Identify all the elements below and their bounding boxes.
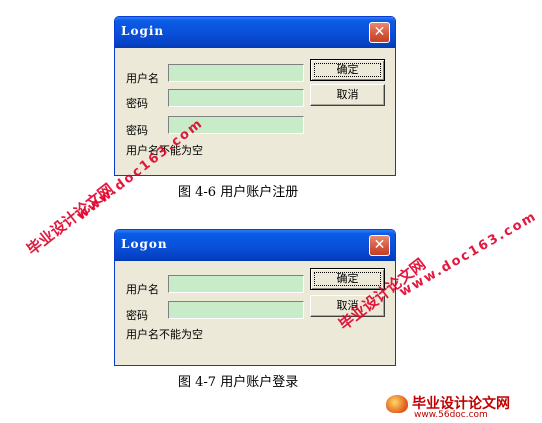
title-bar[interactable]: Login ✕: [115, 17, 395, 48]
login-dialog: Logon ✕ 用户名 密码 确定 取消 用户名不能为空: [114, 229, 396, 366]
validation-message: 用户名不能为空: [126, 328, 203, 341]
close-icon[interactable]: ✕: [369, 22, 390, 43]
cancel-button-label: 取消: [336, 88, 359, 101]
username-input[interactable]: [168, 275, 304, 293]
logo-url: www.56doc.com: [414, 410, 488, 420]
password-input[interactable]: [168, 89, 304, 107]
focus-rect: [314, 63, 381, 77]
username-label: 用户名: [126, 72, 159, 85]
logo-icon: [386, 395, 408, 413]
username-label: 用户名: [126, 283, 159, 296]
title-bar[interactable]: Logon ✕: [115, 230, 395, 261]
confirm-password-label: 密码: [126, 124, 148, 137]
password-label: 密码: [126, 97, 148, 110]
dialog-title: Login: [121, 24, 165, 38]
password-input[interactable]: [168, 301, 304, 319]
password-label: 密码: [126, 309, 148, 322]
figure-caption-login: 图 4-7 用户账户登录: [178, 375, 299, 390]
ok-button[interactable]: 确定: [310, 59, 385, 81]
cancel-button[interactable]: 取消: [310, 84, 385, 106]
dialog-title: Logon: [121, 237, 168, 251]
username-input[interactable]: [168, 64, 304, 82]
watermark-url: www.doc163.com: [397, 208, 540, 300]
figure-caption-register: 图 4-6 用户账户注册: [178, 185, 299, 200]
focus-rect: [314, 272, 381, 286]
close-icon[interactable]: ✕: [369, 235, 390, 256]
